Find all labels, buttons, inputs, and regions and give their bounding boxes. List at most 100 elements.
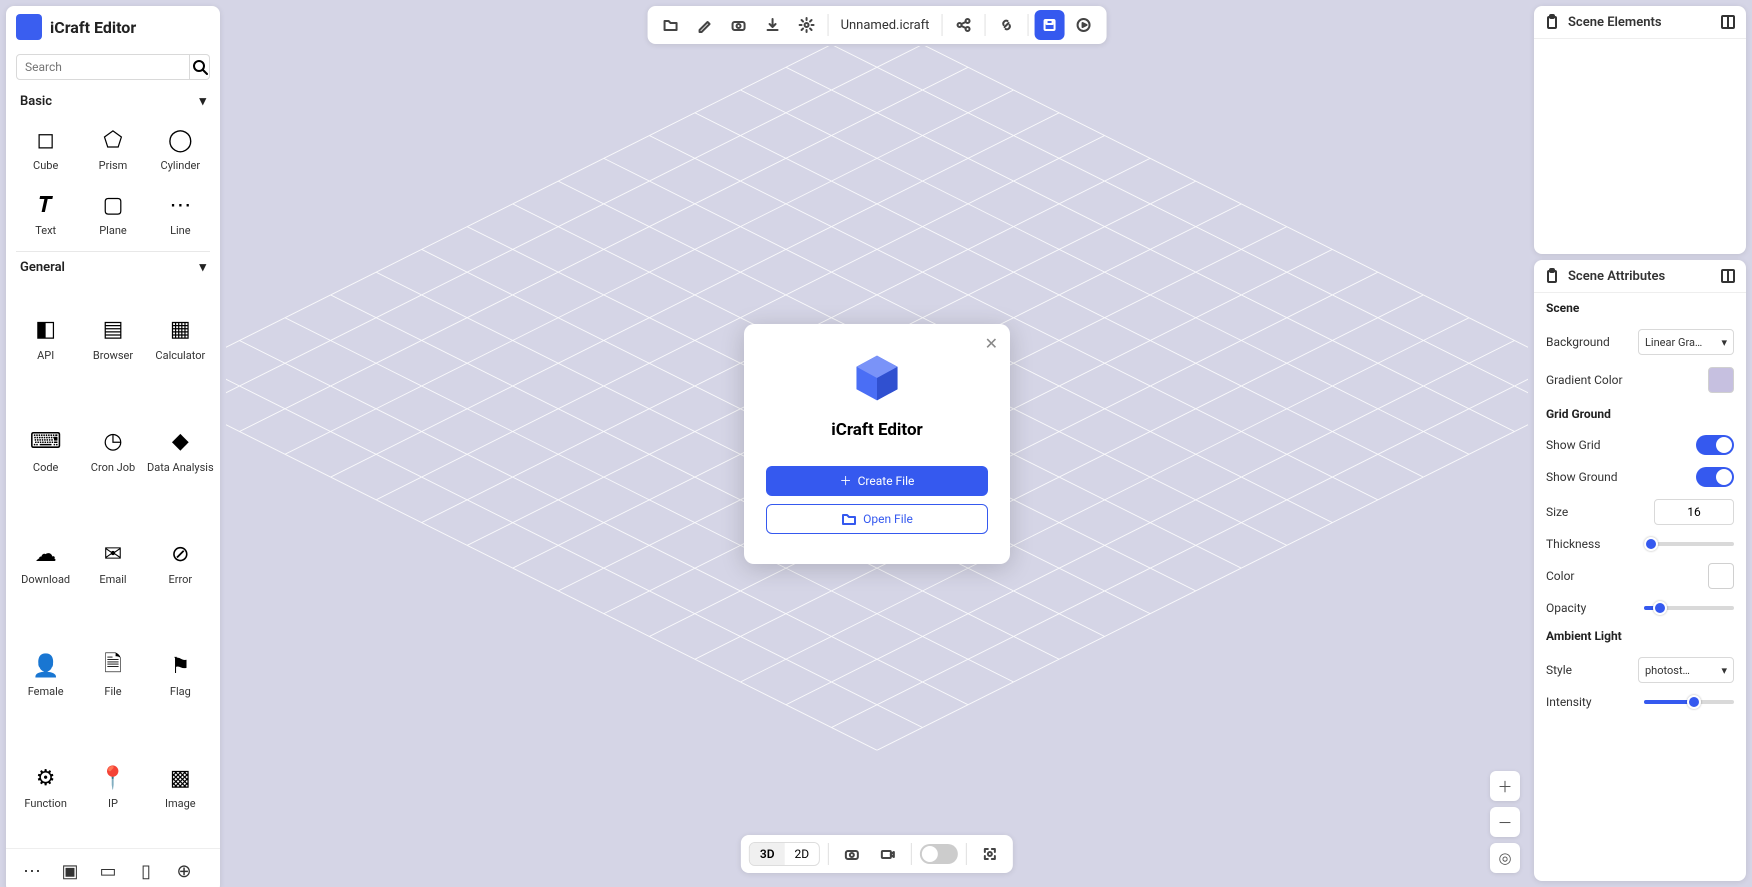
intensity-slider[interactable] — [1644, 700, 1734, 704]
close-icon[interactable]: ✕ — [985, 334, 998, 353]
element-flag[interactable]: ⚑ Flag — [147, 620, 214, 728]
open-file-button[interactable]: Open File — [766, 504, 988, 534]
element-text[interactable]: 𝑻Text — [12, 182, 79, 243]
element-browser[interactable]: ▤Browser — [79, 283, 146, 391]
data-analysis-icon: ◆ — [163, 425, 197, 459]
element-error[interactable]: ⊘Error — [147, 508, 214, 616]
show-ground-label: Show Ground — [1546, 470, 1618, 484]
element-calculator[interactable]: ▦ Calculator — [147, 283, 214, 391]
expand-icon[interactable] — [1720, 268, 1736, 284]
opacity-label: Opacity — [1546, 601, 1586, 615]
size-input[interactable] — [1654, 499, 1734, 525]
element-label: Calculator — [155, 349, 205, 362]
function-icon: ⚙ — [29, 761, 63, 795]
element-label: Data Analysis — [147, 461, 214, 474]
search-input[interactable] — [16, 54, 190, 80]
element-label: Code — [33, 461, 58, 474]
element-label: Cube — [33, 159, 58, 172]
element-api[interactable]: ◧API — [12, 283, 79, 391]
element-plane[interactable]: ▢Plane — [79, 182, 146, 243]
element-cube[interactable]: ◻ Cube — [12, 117, 79, 178]
style-select[interactable]: photost… ▾ — [1638, 657, 1734, 683]
section-basic-title: Basic — [20, 94, 52, 109]
background-select[interactable]: Linear Gra…▾ — [1638, 329, 1734, 355]
image-icon: ▩ — [163, 761, 197, 795]
element-label: Cylinder — [161, 159, 201, 172]
plane-icon: ▢ — [96, 188, 130, 222]
element-image[interactable]: ▩Image — [147, 732, 214, 840]
modal-title: iCraft Editor — [831, 420, 923, 440]
element-cylinder[interactable]: ◯ Cylinder — [147, 117, 214, 178]
element-ip[interactable]: 📍 IP — [79, 732, 146, 840]
download-icon: ☁ — [29, 537, 63, 571]
chevron-down-icon: ▾ — [1721, 336, 1727, 349]
element-cron-job[interactable]: ◷ Cron Job — [79, 396, 146, 504]
chevron-down-icon: ▾ — [199, 94, 206, 109]
show-grid-toggle[interactable] — [1696, 435, 1734, 455]
scene-attr-title: Scene Attributes — [1568, 269, 1665, 284]
element-label: Browser — [93, 349, 133, 362]
element-label: Prism — [99, 159, 128, 172]
more-icon[interactable]: ⋯ — [18, 857, 46, 885]
element-email[interactable]: ✉Email — [79, 508, 146, 616]
clipboard-icon — [1544, 268, 1560, 284]
style-value: photost… — [1645, 664, 1690, 677]
element-line[interactable]: ⋯Line — [147, 182, 214, 243]
cube-icon: ◻ — [29, 123, 63, 157]
element-download[interactable]: ☁ Download — [12, 508, 79, 616]
add-icon[interactable]: ⊕ — [170, 857, 198, 885]
element-label: Text — [35, 224, 56, 237]
style-label: Style — [1546, 663, 1572, 677]
opacity-slider[interactable] — [1644, 606, 1734, 610]
section-basic-header[interactable]: Basic ▾ — [6, 86, 220, 117]
element-function[interactable]: ⚙ Function — [12, 732, 79, 840]
element-file[interactable]: 🗎 File — [79, 620, 146, 728]
background-label: Background — [1546, 335, 1610, 349]
element-prism[interactable]: ⬠ Prism — [79, 117, 146, 178]
element-label: Download — [21, 573, 70, 586]
female-icon: 👤 — [29, 649, 63, 683]
element-label: Female — [28, 685, 64, 698]
code-icon: ⌨ — [29, 425, 63, 459]
section-general-header[interactable]: General ▾ — [6, 252, 220, 283]
element-data-analysis[interactable]: ◆ Data Analysis — [147, 396, 214, 504]
clipboard-icon — [1544, 14, 1560, 30]
thickness-slider[interactable] — [1644, 542, 1734, 546]
element-label: Function — [24, 797, 66, 810]
gradient-color-swatch[interactable] — [1708, 367, 1734, 393]
api-icon: ◧ — [29, 313, 63, 347]
flag-icon: ⚑ — [163, 649, 197, 683]
create-file-label: Create File — [858, 474, 915, 488]
grid-color-swatch[interactable] — [1708, 563, 1734, 589]
color-label: Color — [1546, 569, 1574, 583]
search-button[interactable] — [190, 54, 210, 80]
line-icon: ⋯ — [163, 188, 197, 222]
cron-job-icon: ◷ — [96, 425, 130, 459]
element-code[interactable]: ⌨ Code — [12, 396, 79, 504]
grid-ground-label: Grid Ground — [1534, 399, 1746, 429]
open-file-label: Open File — [863, 512, 913, 526]
image-icon[interactable]: ▭ — [94, 857, 122, 885]
prism-icon: ⬠ — [96, 123, 130, 157]
expand-icon[interactable] — [1720, 14, 1736, 30]
element-label: Error — [169, 573, 193, 586]
element-label: Flag — [170, 685, 191, 698]
calculator-icon: ▦ — [163, 313, 197, 347]
element-label: Cron Job — [91, 461, 135, 474]
briefcase-icon[interactable]: ▯ — [132, 857, 160, 885]
cylinder-icon: ◯ — [163, 123, 197, 157]
scene-section-label: Scene — [1534, 293, 1746, 323]
search-icon — [192, 59, 208, 75]
chevron-down-icon: ▾ — [1721, 664, 1727, 677]
file-icon: 🗎 — [96, 649, 130, 683]
element-label: File — [104, 685, 121, 698]
package-icon[interactable]: ▣ — [56, 857, 84, 885]
create-file-button[interactable]: ＋ Create File — [766, 466, 988, 496]
show-ground-toggle[interactable] — [1696, 467, 1734, 487]
ambient-light-label: Ambient Light — [1534, 621, 1746, 651]
app-logo — [16, 14, 42, 40]
folder-open-icon — [841, 511, 857, 527]
element-female[interactable]: 👤 Female — [12, 620, 79, 728]
element-label: IP — [108, 797, 118, 810]
ip-icon: 📍 — [96, 761, 130, 795]
